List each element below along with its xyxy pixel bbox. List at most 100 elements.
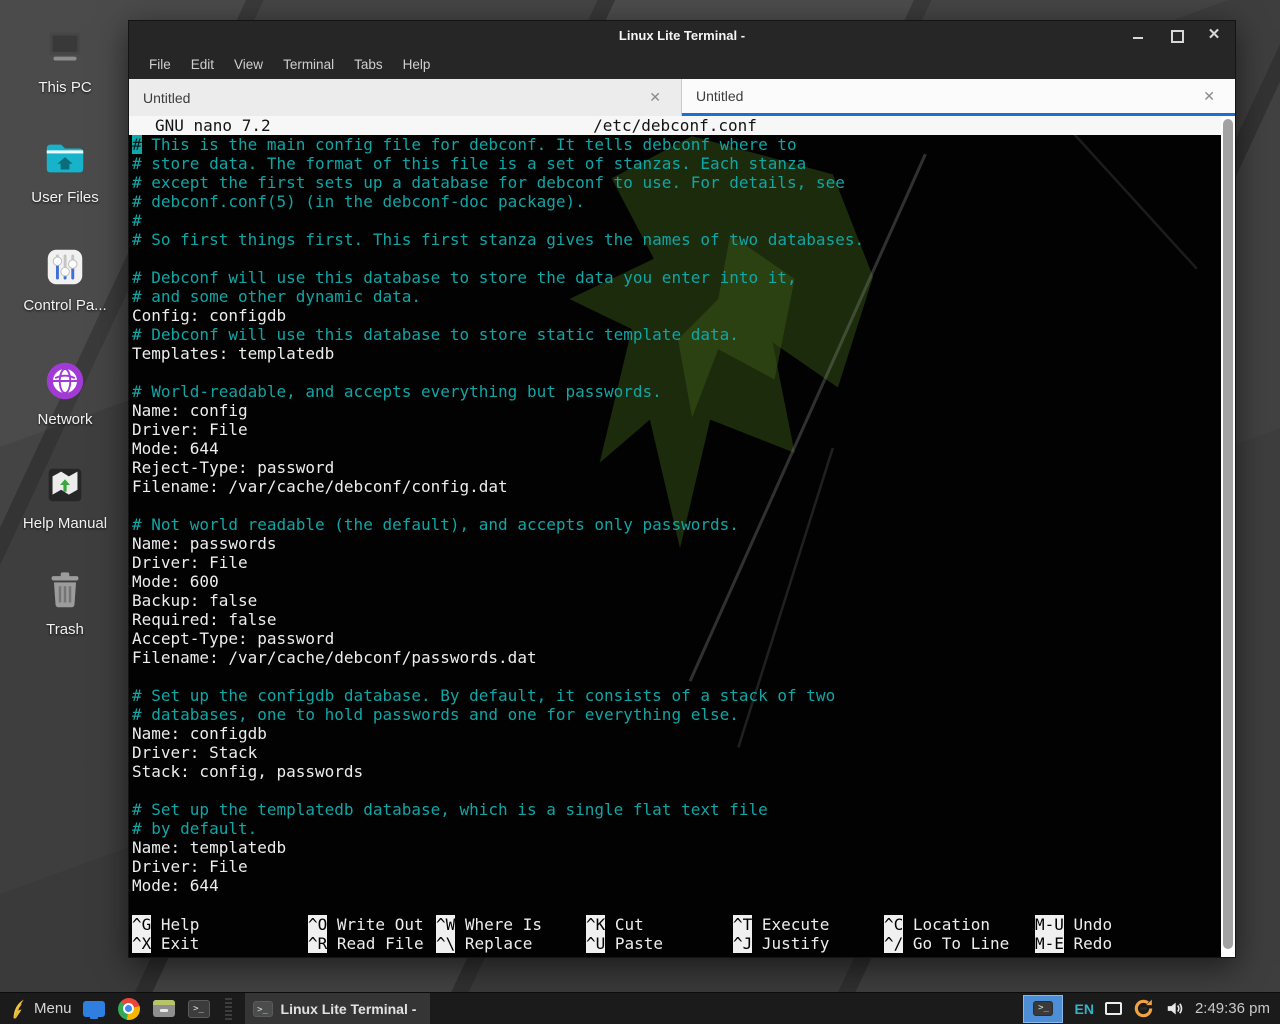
terminal-area: GNU nano 7.2 /etc/debconf.conf # This is… — [129, 116, 1235, 957]
nano-shortcut[interactable]: M-E Redo — [1035, 934, 1112, 953]
tab-label: Untitled — [696, 88, 743, 104]
nano-line: # Debconf will use this database to stor… — [132, 268, 1221, 287]
launcher-terminal[interactable]: >_ — [186, 996, 212, 1022]
desktop-icon-help-manual[interactable]: Help Manual — [0, 462, 130, 532]
shortcut-label: Help — [151, 915, 199, 934]
scrollbar-thumb[interactable] — [1223, 119, 1233, 949]
nano-line: Name: config — [132, 401, 1221, 420]
desktop-icon-control-panel[interactable]: Control Pa... — [0, 244, 130, 314]
display-icon[interactable] — [1105, 1002, 1122, 1015]
file-manager-icon — [83, 1001, 105, 1017]
shortcut-key: ^X — [132, 934, 151, 953]
shortcut-key: ^K — [586, 915, 605, 934]
updates-refresh-icon[interactable] — [1133, 998, 1154, 1019]
nano-titlebar: GNU nano 7.2 /etc/debconf.conf — [129, 116, 1221, 135]
nano-shortcut[interactable]: ^C Location — [884, 915, 990, 934]
nano-line: Reject-Type: password — [132, 458, 1221, 477]
desktop-icon-label: Help Manual — [23, 515, 107, 532]
maximize-icon[interactable] — [1169, 28, 1183, 42]
nano-shortcut[interactable]: ^/ Go To Line — [884, 934, 1009, 953]
network-globe-icon — [42, 358, 88, 404]
shortcut-key: ^C — [884, 915, 903, 934]
linuxlite-feather-icon — [8, 998, 27, 1020]
shortcut-key: ^\ — [436, 934, 455, 953]
tab-close-icon[interactable]: ✕ — [643, 87, 667, 108]
shortcut-key: ^J — [733, 934, 752, 953]
launcher-chrome[interactable] — [116, 996, 142, 1022]
nano-shortcut[interactable]: M-U Undo — [1035, 915, 1112, 934]
nano-shortcut[interactable]: ^T Execute — [733, 915, 829, 934]
desktop-icon-user-files[interactable]: User Files — [0, 136, 130, 206]
home-folder-icon — [42, 136, 88, 182]
computer-icon — [42, 26, 88, 72]
task-button-label: Linux Lite Terminal - — [281, 1001, 417, 1017]
terminal-window: Linux Lite Terminal - ✕ FileEditViewTerm… — [128, 20, 1236, 958]
shortcut-key: ^T — [733, 915, 752, 934]
shortcut-label: Paste — [605, 934, 663, 953]
window-titlebar[interactable]: Linux Lite Terminal - ✕ — [129, 21, 1235, 49]
taskbar-separator[interactable] — [225, 998, 232, 1020]
menu-help[interactable]: Help — [393, 53, 441, 76]
nano-shortcut[interactable]: ^X Exit — [132, 934, 199, 953]
launcher-archive[interactable] — [151, 996, 177, 1022]
nano-buffer[interactable]: # This is the main config file for debco… — [129, 135, 1221, 895]
shortcut-label: Justify — [752, 934, 829, 953]
shortcut-label: Go To Line — [903, 934, 1009, 953]
nano-line: # databases, one to hold passwords and o… — [132, 705, 1221, 724]
nano-shortcut[interactable]: ^O Write Out — [308, 915, 424, 934]
clock: 2:49:36 pm — [1195, 1000, 1270, 1017]
terminal-icon: >_ — [1033, 1001, 1053, 1016]
nano-shortcut[interactable]: ^U Paste — [586, 934, 663, 953]
scrollbar-track[interactable] — [1221, 116, 1235, 957]
nano-line: Driver: File — [132, 553, 1221, 572]
shortcut-key: M-E — [1035, 934, 1064, 953]
menu-view[interactable]: View — [224, 53, 273, 76]
nano-line: Name: templatedb — [132, 838, 1221, 857]
nano-shortcut[interactable]: ^K Cut — [586, 915, 644, 934]
nano-shortcut[interactable]: ^R Read File — [308, 934, 424, 953]
nano-shortcut[interactable]: ^J Justify — [733, 934, 829, 953]
menu-tabs[interactable]: Tabs — [344, 53, 393, 76]
nano-editor[interactable]: GNU nano 7.2 /etc/debconf.conf # This is… — [129, 116, 1221, 957]
shortcut-row-2: ^X Exit ^R Read File ^\ Replace ^U Paste ^J … — [129, 934, 1221, 953]
nano-shortcut[interactable]: ^\ Replace — [436, 934, 532, 953]
nano-line: # Set up the configdb database. By defau… — [132, 686, 1221, 705]
tab-untitled-1[interactable]: Untitled ✕ — [129, 79, 682, 116]
tab-untitled-2[interactable]: Untitled ✕ — [682, 79, 1235, 116]
terminal-icon: >_ — [188, 1000, 210, 1018]
nano-line: Required: false — [132, 610, 1221, 629]
nano-shortcut[interactable]: ^G Help — [132, 915, 199, 934]
menu-edit[interactable]: Edit — [181, 53, 224, 76]
close-icon[interactable]: ✕ — [1207, 28, 1221, 42]
nano-shortcut[interactable]: ^W Where Is — [436, 915, 542, 934]
desktop-icon-trash[interactable]: Trash — [0, 568, 130, 638]
nano-line: # Debconf will use this database to stor… — [132, 325, 1221, 344]
speaker-icon[interactable] — [1165, 999, 1184, 1018]
nano-line: # debconf.conf(5) (in the debconf-doc pa… — [132, 192, 1221, 211]
nano-line: Stack: config, passwords — [132, 762, 1221, 781]
window-title: Linux Lite Terminal - — [619, 28, 745, 43]
shortcut-label: Redo — [1064, 934, 1112, 953]
shortcut-label: Location — [903, 915, 990, 934]
shortcut-label: Exit — [151, 934, 199, 953]
desktop-icon-network[interactable]: Network — [0, 358, 130, 428]
tray-focused-app[interactable]: >_ — [1023, 995, 1063, 1023]
task-button-terminal[interactable]: >_ Linux Lite Terminal - — [245, 993, 431, 1024]
control-panel-icon — [42, 244, 88, 290]
nano-line: # Set up the templatedb database, which … — [132, 800, 1221, 819]
launcher-file-manager[interactable] — [81, 996, 107, 1022]
nano-line: Driver: File — [132, 420, 1221, 439]
menu-file[interactable]: File — [139, 53, 181, 76]
shortcut-label: Replace — [455, 934, 532, 953]
minimize-icon[interactable] — [1131, 28, 1145, 42]
nano-line: Config: configdb — [132, 306, 1221, 325]
desktop-icon-label: This PC — [38, 79, 91, 96]
tab-close-icon[interactable]: ✕ — [1197, 86, 1221, 107]
keyboard-layout-indicator[interactable]: EN — [1074, 1001, 1093, 1017]
menu-button[interactable]: Menu — [8, 998, 72, 1020]
desktop-icon-this-pc[interactable]: This PC — [0, 26, 130, 96]
nano-line — [132, 249, 1221, 268]
desktop-icon-label: Network — [37, 411, 92, 428]
nano-line — [132, 363, 1221, 382]
menu-terminal[interactable]: Terminal — [273, 53, 344, 76]
